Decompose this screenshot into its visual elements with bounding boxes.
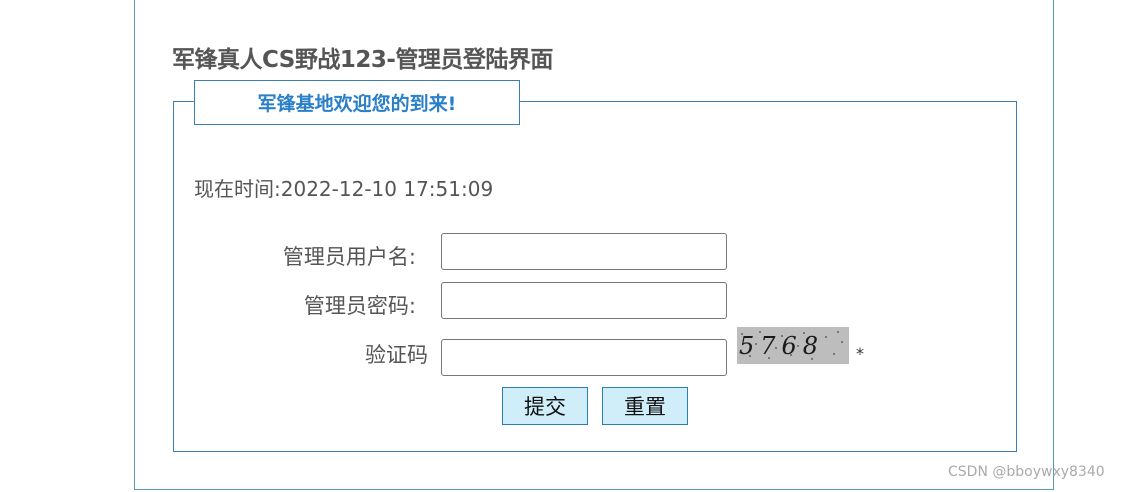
csdn-watermark: CSDN @bboywxy8340 [948, 464, 1105, 480]
captcha-text: 5768 [739, 331, 825, 360]
captcha-label: 验证码 [365, 343, 428, 367]
submit-button[interactable]: 提交 [502, 387, 588, 425]
login-fieldset [173, 101, 1017, 452]
current-time-row: 现在时间:2022-12-10 17:51:09 [194, 173, 493, 202]
captcha-input[interactable] [441, 339, 727, 376]
password-input[interactable] [441, 282, 727, 319]
password-label: 管理员密码: [303, 294, 416, 318]
time-value: 2022-12-10 17:51:09 [280, 177, 494, 201]
captcha-image[interactable]: 5768 [737, 327, 849, 364]
page-title: 军锋真人CS野战123-管理员登陆界面 [172, 47, 553, 73]
required-mark: * [856, 344, 864, 363]
username-label: 管理员用户名: [282, 245, 416, 269]
reset-button[interactable]: 重置 [602, 387, 688, 425]
username-input[interactable] [441, 233, 727, 270]
fieldset-legend: 军锋基地欢迎您的到来! [194, 80, 520, 125]
login-page: 军锋真人CS野战123-管理员登陆界面 军锋基地欢迎您的到来! 现在时间:202… [0, 0, 1126, 492]
time-label: 现在时间: [194, 177, 281, 201]
